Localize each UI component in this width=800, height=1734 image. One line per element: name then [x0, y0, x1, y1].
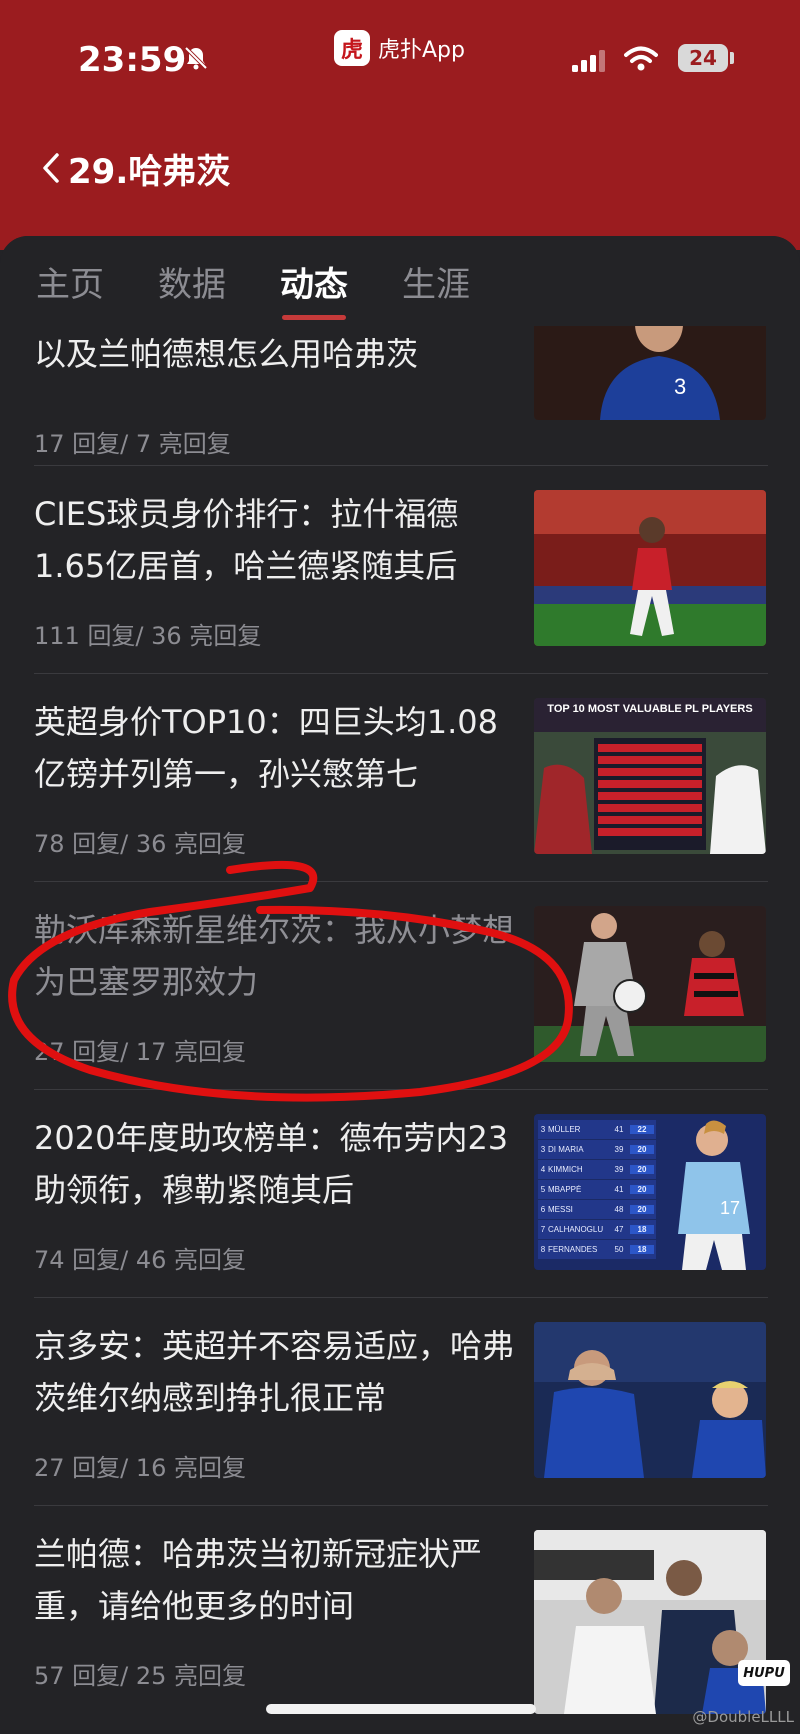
assist-table: 3 MÜLLER 41 22 3 DI MARIA 39 20 4 KIMMICH 39 20 5 MBA…: [538, 1120, 656, 1260]
player-photo-image: [534, 1322, 766, 1478]
assist-table-row: 7 CALHANOGLU 47 18: [538, 1220, 656, 1239]
assist-table-row: 5 MBAPPÉ 41 20: [538, 1180, 656, 1199]
page-title: 29.哈弗茨: [68, 151, 231, 192]
item-thumbnail: [534, 1322, 766, 1478]
item-thumbnail: 3 MÜLLER 41 22 3 DI MARIA 39 20 4 KIMMICH 39 20 5 MBA…: [534, 1114, 766, 1270]
watermark-text: @DoubleLLLL: [692, 1708, 794, 1726]
item-meta: 78 回复/ 36 亮回复: [34, 830, 247, 858]
assist-cell-assists: 18: [630, 1245, 654, 1254]
screen: 23:59 虎 虎扑App 24 29.哈弗茨 主页 数据 动态 生涯 以及兰帕…: [0, 0, 800, 1734]
assist-table-row: 4 KIMMICH 39 20: [538, 1160, 656, 1179]
assist-cell-rank: 8: [540, 1245, 546, 1254]
assist-cell-rank: 6: [540, 1205, 546, 1214]
bell-mute-icon: [184, 46, 208, 70]
tab-bar: 主页 数据 动态 生涯: [0, 236, 800, 326]
battery-indicator: 24: [678, 44, 728, 72]
list-item[interactable]: 勒沃库森新星维尔茨：我从小梦想为巴塞罗那效力 27 回复/ 17 亮回复: [0, 882, 800, 1090]
home-indicator[interactable]: [266, 1704, 536, 1714]
battery-tip: [730, 52, 734, 64]
assist-cell-assists: 20: [630, 1205, 654, 1214]
item-thumbnail: [534, 906, 766, 1062]
back-to-app-badge[interactable]: 虎 虎扑App: [334, 30, 465, 66]
item-title: 兰帕德：哈弗茨当初新冠症状严重，请给他更多的时间: [34, 1535, 483, 1625]
assist-cell-name: MESSI: [548, 1205, 573, 1214]
list-item[interactable]: 京多安：英超并不容易适应，哈弗茨维尔纳感到挣扎很正常 27 回复/ 16 亮回复: [0, 1298, 800, 1506]
item-title: 勒沃库森新星维尔茨：我从小梦想为巴塞罗那效力: [34, 911, 515, 1001]
svg-text:17: 17: [720, 1198, 740, 1218]
item-meta: 74 回复/ 46 亮回复: [34, 1246, 247, 1274]
assist-cell-name: KIMMICH: [548, 1165, 583, 1174]
item-thumbnail: [534, 490, 766, 646]
assist-cell-games: 48: [614, 1205, 624, 1214]
app-name: 虎扑App: [378, 38, 465, 63]
assist-cell-rank: 4: [540, 1165, 546, 1174]
assist-table-row: 3 DI MARIA 39 20: [538, 1140, 656, 1159]
content-panel: 主页 数据 动态 生涯 博斯：疑惑曼联为啥买范德贝克，以及兰帕德想怎么用哈弗茨 …: [0, 236, 800, 1734]
assist-cell-assists: 20: [630, 1145, 654, 1154]
list-item[interactable]: CIES球员身价排行：拉什福德1.65亿居首，哈兰德紧随其后 111 回复/ 3…: [0, 466, 800, 674]
item-meta: 27 回复/ 16 亮回复: [34, 1454, 247, 1482]
list-item[interactable]: 兰帕德：哈弗茨当初新冠症状严重，请给他更多的时间 57 回复/ 25 亮回复: [0, 1506, 800, 1714]
tab-home[interactable]: 主页: [36, 257, 104, 306]
player-photo-image: [534, 490, 766, 646]
item-meta: 17 回复/ 7 亮回复: [34, 430, 231, 458]
list-item[interactable]: 2020年度助攻榜单：德布劳内23助领衔，穆勒紧随其后 74 回复/ 46 亮回…: [0, 1090, 800, 1298]
assist-cell-assists: 18: [630, 1225, 654, 1234]
assist-cell-assists: 20: [630, 1185, 654, 1194]
player-photo-image: [534, 1530, 766, 1714]
hupu-watermark-logo: HUPU: [738, 1660, 790, 1686]
item-thumbnail: TOP 10 MOST VALUABLE PL PLAYERS: [534, 698, 766, 854]
svg-text:3: 3: [674, 374, 686, 399]
assist-cell-name: FERNANDES: [548, 1245, 598, 1254]
tab-stats[interactable]: 数据: [158, 257, 226, 306]
item-title: 京多安：英超并不容易适应，哈弗茨维尔纳感到挣扎很正常: [34, 1327, 515, 1417]
valuable-players-graphic: [534, 698, 766, 854]
tab-career[interactable]: 生涯: [402, 257, 470, 306]
item-meta: 27 回复/ 17 亮回复: [34, 1038, 247, 1066]
item-thumbnail: [534, 1530, 766, 1714]
assist-table-row: 3 MÜLLER 41 22: [538, 1120, 656, 1139]
item-title: 2020年度助攻榜单：德布劳内23助领衔，穆勒紧随其后: [34, 1119, 509, 1209]
assist-cell-games: 41: [614, 1185, 624, 1194]
assist-cell-name: MBAPPÉ: [548, 1185, 582, 1194]
assist-cell-name: MÜLLER: [548, 1125, 581, 1134]
assist-table-row: 8 FERNANDES 50 18: [538, 1240, 656, 1259]
assist-cell-games: 50: [614, 1245, 624, 1254]
assist-cell-games: 39: [614, 1165, 624, 1174]
status-time: 23:59: [78, 40, 187, 80]
assist-cell-name: DI MARIA: [548, 1145, 584, 1154]
assist-cell-rank: 3: [540, 1125, 546, 1134]
player-photo-image: 17: [678, 1120, 750, 1270]
tab-news[interactable]: 动态: [280, 257, 348, 320]
item-meta: 57 回复/ 25 亮回复: [34, 1662, 247, 1690]
list-item[interactable]: 英超身价TOP10：四巨头均1.08亿镑并列第一，孙兴慜第七 78 回复/ 36…: [0, 674, 800, 882]
assist-cell-games: 39: [614, 1145, 624, 1154]
assist-cell-name: CALHANOGLU: [548, 1225, 604, 1234]
assist-cell-games: 41: [614, 1125, 624, 1134]
assist-cell-rank: 3: [540, 1145, 546, 1154]
item-title: CIES球员身价排行：拉什福德1.65亿居首，哈兰德紧随其后: [34, 495, 459, 585]
assist-cell-assists: 22: [630, 1125, 654, 1134]
graphic-title: TOP 10 MOST VALUABLE PL PLAYERS: [547, 703, 753, 715]
hupu-logo-icon: 虎: [334, 30, 370, 66]
back-button[interactable]: 29.哈弗茨: [40, 146, 231, 192]
item-title: 英超身价TOP10：四巨头均1.08亿镑并列第一，孙兴慜第七: [34, 703, 499, 793]
wifi-icon: [624, 46, 658, 71]
assist-cell-assists: 20: [630, 1165, 654, 1174]
assist-table-row: 6 MESSI 48 20: [538, 1200, 656, 1219]
cellular-signal-icon: [572, 50, 605, 72]
item-meta: 111 回复/ 36 亮回复: [34, 622, 262, 650]
app-header: 23:59 虎 虎扑App 24 29.哈弗茨: [0, 0, 800, 250]
assist-cell-rank: 7: [540, 1225, 546, 1234]
assist-cell-games: 47: [614, 1225, 624, 1234]
chevron-left-icon: [43, 153, 59, 183]
player-photo-image: [534, 906, 766, 1062]
assist-cell-rank: 5: [540, 1185, 546, 1194]
